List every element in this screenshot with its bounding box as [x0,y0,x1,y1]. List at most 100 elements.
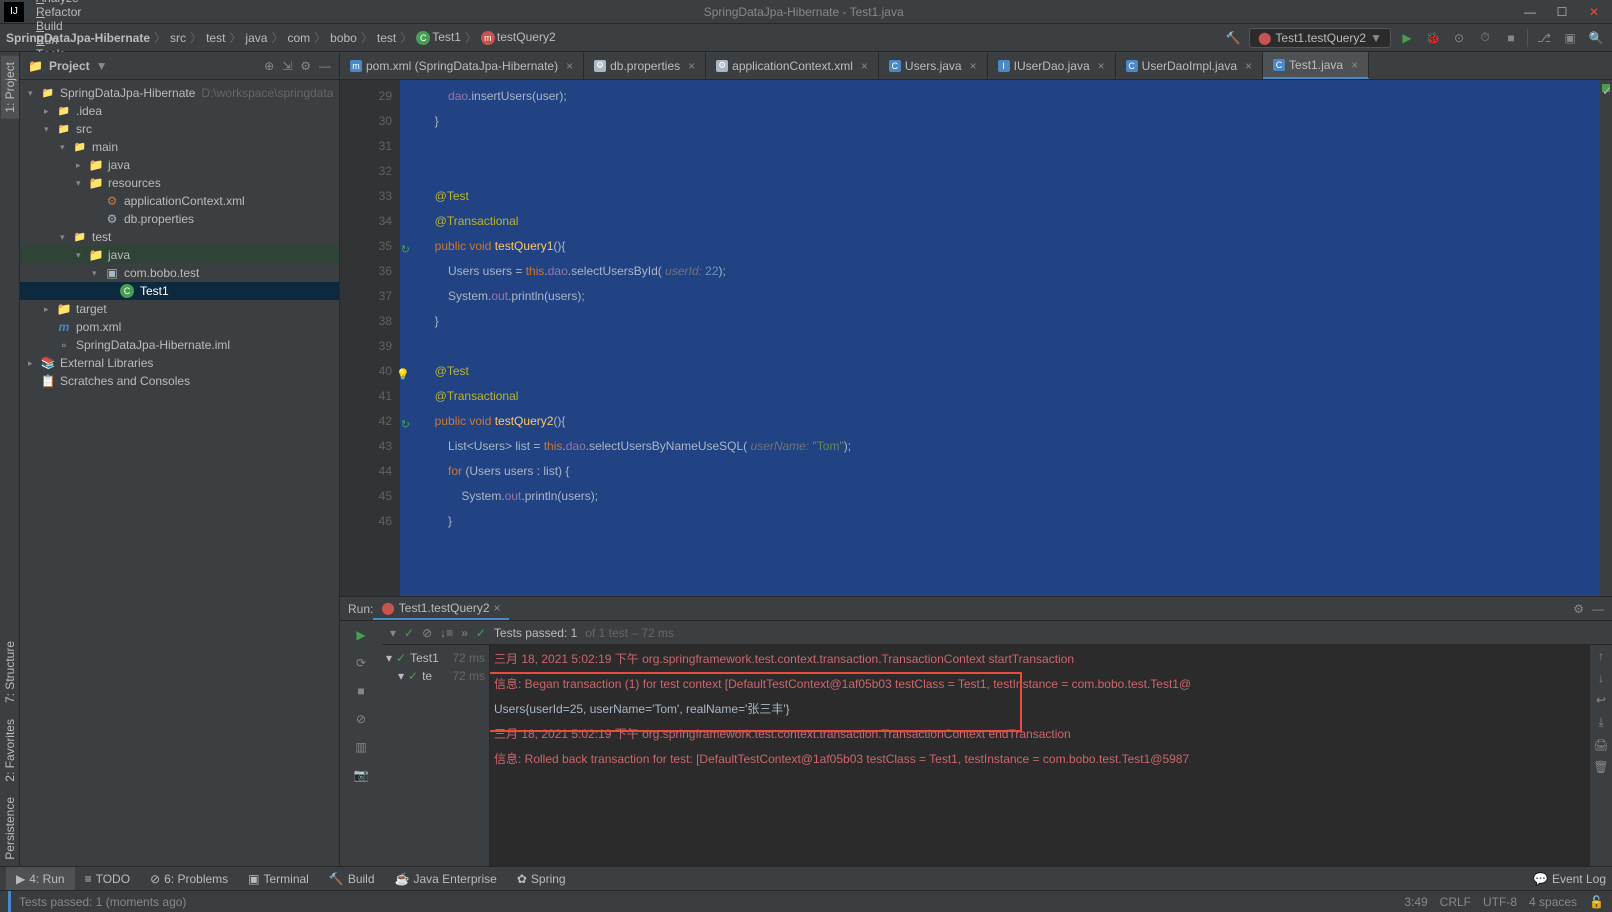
close-button[interactable]: ✕ [1580,2,1608,22]
event-log-icon[interactable]: 💬 [1533,872,1548,886]
editor-tab[interactable]: ⚙applicationContext.xml× [706,52,879,79]
settings-icon[interactable]: ⚙ [300,59,311,73]
breadcrumb-item[interactable]: CTest1 [416,30,461,45]
expand-icon[interactable]: ⇲ [282,59,292,73]
tree-row[interactable]: ▸📁java [20,156,339,174]
close-icon[interactable]: × [1351,58,1358,72]
tree-row[interactable]: ▾📁SpringDataJpa-HibernateD:\workspace\sp… [20,84,339,102]
run-tab[interactable]: ⬤ Test1.testQuery2 × [373,597,508,620]
maximize-button[interactable]: ☐ [1548,2,1576,22]
tree-row[interactable]: ▾📁resources [20,174,339,192]
bottom-tab[interactable]: ▶4: Run [6,867,75,890]
export-button[interactable]: 📷 [351,765,371,785]
expand-icon[interactable]: » [461,626,468,640]
stop-button[interactable]: ■ [351,681,371,701]
editor-tab[interactable]: mpom.xml (SpringDataJpa-Hibernate)× [340,52,584,79]
stop-button[interactable]: ■ [1501,28,1521,48]
caret-position[interactable]: 3:49 [1404,895,1427,909]
editor-tab[interactable]: IIUserDao.java× [988,52,1116,79]
tree-row[interactable]: 📋Scratches and Consoles [20,372,339,390]
scroll-end-icon[interactable]: ⤓ [1598,715,1603,730]
collapse-icon[interactable]: ▾ [390,626,396,640]
close-icon[interactable]: × [970,59,977,73]
test-tree[interactable]: ▾✓Test172 ms▾✓te72 ms [382,645,490,866]
tree-row[interactable]: CTest1 [20,282,339,300]
readonly-icon[interactable]: 🔓 [1589,895,1604,909]
editor-tab[interactable]: CTest1.java× [1263,52,1369,79]
bottom-tab[interactable]: 🔨Build [319,867,385,890]
fail-filter-icon[interactable]: ⊘ [422,626,432,640]
print-icon[interactable]: 🖨 [1593,738,1608,752]
breadcrumb-item[interactable]: mtestQuery2 [481,30,556,45]
tree-row[interactable]: ▾📁src [20,120,339,138]
tree-row[interactable]: ▾📁main [20,138,339,156]
scroll-down-icon[interactable]: ↓ [1598,671,1604,685]
side-tab-project[interactable]: 1: Project [1,56,19,119]
run-config-selector[interactable]: ⬤ Test1.testQuery2 ▼ [1249,28,1391,48]
breadcrumb-item[interactable]: test [206,31,225,45]
sort-icon[interactable]: ↓≡ [440,626,453,640]
debug-button[interactable]: 🐞 [1423,28,1443,48]
editor-code[interactable]: dao.insertUsers(user); } @Test @Transact… [400,80,1600,596]
pin-button[interactable]: ⊘ [351,709,371,729]
tree-row[interactable]: ⚙db.properties [20,210,339,228]
layout-button[interactable]: ▥ [351,737,371,757]
bottom-tab[interactable]: ≡TODO [75,867,140,890]
close-icon[interactable]: × [861,59,868,73]
locate-icon[interactable]: ⊕ [264,59,274,73]
tree-row[interactable]: ▾📁java [20,246,339,264]
tree-row[interactable]: ▾▣com.bobo.test [20,264,339,282]
scroll-up-icon[interactable]: ↑ [1598,649,1604,663]
coverage-button[interactable]: ⊙ [1449,28,1469,48]
ok-filter-icon[interactable]: ✓ [404,626,414,640]
indent[interactable]: 4 spaces [1529,895,1577,909]
hide-icon[interactable]: — [1592,602,1604,616]
search-button[interactable]: 🔍 [1586,28,1606,48]
side-tab-persistence[interactable]: Persistence [1,791,19,866]
tree-row[interactable]: ▸📚External Libraries [20,354,339,372]
gear-icon[interactable]: ⚙ [1573,602,1584,616]
editor-tab[interactable]: ⚙db.properties× [584,52,706,79]
breadcrumb-item[interactable]: java [245,31,267,45]
tree-row[interactable]: ▫SpringDataJpa-Hibernate.iml [20,336,339,354]
close-icon[interactable]: × [494,601,501,615]
console-output[interactable]: 三月 18, 2021 5:02:19 下午 org.springframewo… [490,645,1590,866]
bottom-tab[interactable]: ☕Java Enterprise [385,867,507,890]
tree-row[interactable]: mpom.xml [20,318,339,336]
hide-icon[interactable]: — [319,59,331,73]
tree-row[interactable]: ▸📁target [20,300,339,318]
profile-button[interactable]: ⏱ [1475,28,1495,48]
close-icon[interactable]: × [1098,59,1105,73]
tree-row[interactable]: ▾📁test [20,228,339,246]
close-icon[interactable]: × [566,59,573,73]
tree-row[interactable]: ▸📁.idea [20,102,339,120]
ide-settings-icon[interactable]: ▣ [1560,28,1580,48]
breadcrumb-item[interactable]: SpringDataJpa-Hibernate [6,31,150,45]
tree-row[interactable]: ⚙applicationContext.xml [20,192,339,210]
git-button[interactable]: ⎇ [1534,28,1554,48]
side-tab-structure[interactable]: 7: Structure [1,635,19,709]
build-icon[interactable]: 🔨 [1223,28,1243,48]
bottom-tab[interactable]: ▣Terminal [238,867,319,890]
rerun-button[interactable]: ▶ [351,625,371,645]
menu-refactor[interactable]: Refactor [28,5,91,19]
editor-tab[interactable]: CUserDaoImpl.java× [1116,52,1263,79]
breadcrumb-item[interactable]: src [170,31,186,45]
breadcrumb-item[interactable]: com [287,31,310,45]
event-log-label[interactable]: Event Log [1552,872,1606,886]
bottom-tab[interactable]: ✿Spring [507,867,576,890]
encoding[interactable]: UTF-8 [1483,895,1517,909]
close-icon[interactable]: × [1245,59,1252,73]
line-separator[interactable]: CRLF [1440,895,1471,909]
breadcrumb-item[interactable]: test [377,31,396,45]
soft-wrap-icon[interactable]: ↩ [1596,693,1606,707]
editor-tab[interactable]: CUsers.java× [879,52,988,79]
toggle-auto-button[interactable]: ⟳ [351,653,371,673]
breadcrumb-item[interactable]: bobo [330,31,357,45]
close-icon[interactable]: × [688,59,695,73]
side-tab-favorites[interactable]: 2: Favorites [1,713,19,788]
run-button[interactable]: ▶ [1397,28,1417,48]
minimize-button[interactable]: — [1516,2,1544,22]
bottom-tab[interactable]: ⊘6: Problems [140,867,238,890]
clear-icon[interactable]: 🗑 [1593,760,1608,774]
